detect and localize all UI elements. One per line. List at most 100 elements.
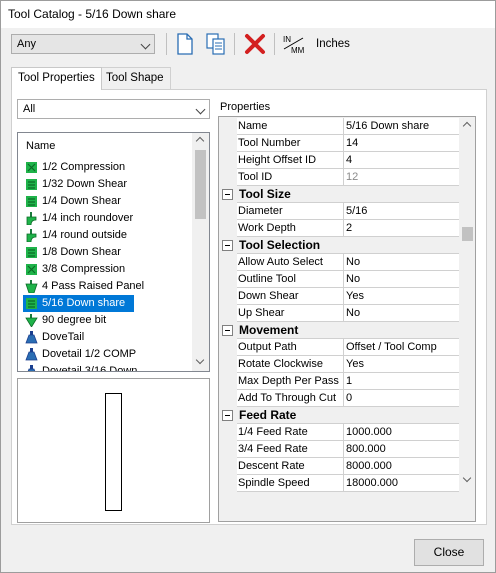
units-mm-text: MM: [291, 46, 305, 55]
property-row[interactable]: Spindle Speed 18000.000: [219, 475, 461, 492]
tool-list-item[interactable]: 90 degree bit: [23, 312, 191, 329]
v-bit-icon: [25, 314, 38, 328]
tool-list-item[interactable]: DoveTail: [23, 329, 191, 346]
tab-tool-shape[interactable]: Tool Shape: [99, 67, 171, 89]
property-row[interactable]: Up Shear No: [219, 305, 461, 322]
category-filter-dropdown[interactable]: All: [17, 99, 210, 119]
scroll-down-arrow-icon[interactable]: [462, 473, 472, 483]
property-value[interactable]: 1: [344, 373, 461, 390]
property-value[interactable]: 5/16: [344, 203, 461, 220]
property-grid[interactable]: Name 5/16 Down share Tool Number 14 Height O…: [218, 116, 476, 522]
property-row[interactable]: Descent Rate 8000.000: [219, 458, 461, 475]
collapse-minus-icon[interactable]: [222, 189, 233, 200]
scroll-down-arrow-icon[interactable]: [195, 355, 205, 365]
collapse-minus-icon[interactable]: [222, 410, 233, 421]
property-name: Work Depth: [237, 220, 344, 237]
property-category[interactable]: Movement: [219, 322, 461, 339]
property-row[interactable]: Diameter 5/16: [219, 203, 461, 220]
property-row[interactable]: Rotate Clockwise Yes: [219, 356, 461, 373]
tool-list-scrollbar[interactable]: [192, 133, 209, 371]
property-value[interactable]: 14: [344, 135, 461, 152]
tool-type-filter-dropdown[interactable]: Any: [11, 34, 155, 54]
new-document-icon: [177, 33, 193, 55]
chevron-down-icon: [195, 104, 206, 115]
property-row[interactable]: Add To Through Cut 0: [219, 390, 461, 407]
property-category-label: Movement: [237, 322, 461, 339]
property-name: Outline Tool: [237, 271, 344, 288]
green-compression-bit-icon: [25, 161, 38, 174]
property-grid-scrollbar[interactable]: [459, 117, 475, 521]
tool-list-item[interactable]: 1/4 Down Shear: [23, 193, 191, 210]
tool-list-item[interactable]: 1/2 Compression: [23, 159, 191, 176]
copy-icon: [206, 33, 225, 55]
scroll-up-arrow-icon[interactable]: [195, 136, 205, 146]
delete-x-icon: [245, 34, 265, 54]
green-shear-bit-icon: [25, 195, 38, 208]
property-name: Height Offset ID: [237, 152, 344, 169]
property-row[interactable]: Height Offset ID 4: [219, 152, 461, 169]
copy-tool-button[interactable]: [204, 32, 228, 56]
tool-list-item[interactable]: Dovetail 1/2 COMP: [23, 346, 191, 363]
property-value[interactable]: No: [344, 271, 461, 288]
property-row[interactable]: Output Path Offset / Tool Comp: [219, 339, 461, 356]
tool-list-item-label: 1/2 Compression: [42, 161, 126, 173]
tool-list-item[interactable]: 1/4 round outside: [23, 227, 191, 244]
tool-list-item[interactable]: 1/8 Down Shear: [23, 244, 191, 261]
property-category[interactable]: Feed Rate: [219, 407, 461, 424]
property-value[interactable]: No: [344, 254, 461, 271]
property-row[interactable]: Tool Number 14: [219, 135, 461, 152]
toolbar-separator: [166, 33, 167, 55]
delete-tool-button[interactable]: [243, 32, 267, 56]
scroll-thumb[interactable]: [462, 227, 473, 241]
property-value[interactable]: Yes: [344, 356, 461, 373]
green-compression-bit-icon: [25, 263, 38, 276]
close-button[interactable]: Close: [414, 539, 484, 566]
property-category[interactable]: Tool Selection: [219, 237, 461, 254]
property-category[interactable]: Tool Size: [219, 186, 461, 203]
property-name: Rotate Clockwise: [237, 356, 344, 373]
units-toggle-button[interactable]: IN MM: [281, 32, 307, 56]
property-value[interactable]: Offset / Tool Comp: [344, 339, 461, 356]
new-tool-button[interactable]: [173, 32, 197, 56]
tool-catalog-window: Tool Catalog - 5/16 Down share Any IN MM: [0, 0, 496, 573]
property-name: Up Shear: [237, 305, 344, 322]
property-value[interactable]: 2: [344, 220, 461, 237]
tool-list-item-label: 1/4 round outside: [42, 229, 128, 241]
tool-shape-preview: [17, 378, 210, 523]
property-value[interactable]: 5/16 Down share: [344, 118, 461, 135]
property-row[interactable]: 1/4 Feed Rate 1000.000: [219, 424, 461, 441]
property-value[interactable]: 18000.000: [344, 475, 461, 492]
property-value[interactable]: No: [344, 305, 461, 322]
property-value[interactable]: 800.000: [344, 441, 461, 458]
property-row[interactable]: 3/4 Feed Rate 800.000: [219, 441, 461, 458]
tool-list-item-label: 3/8 Compression: [42, 263, 126, 275]
property-value[interactable]: 8000.000: [344, 458, 461, 475]
tool-list-header: Name: [26, 140, 56, 152]
roundover-bit-icon: [25, 229, 38, 243]
tab-tool-properties[interactable]: Tool Properties: [11, 67, 102, 90]
tool-list-item[interactable]: 1/32 Down Shear: [23, 176, 191, 193]
property-value[interactable]: 1000.000: [344, 424, 461, 441]
scroll-up-arrow-icon[interactable]: [462, 121, 472, 131]
property-row[interactable]: Outline Tool No: [219, 271, 461, 288]
tool-list-item[interactable]: 1/4 inch roundover: [23, 210, 191, 227]
tool-list-item[interactable]: 5/16 Down share: [23, 295, 134, 312]
property-row[interactable]: Tool ID 12: [219, 169, 461, 186]
scroll-thumb[interactable]: [195, 150, 206, 219]
property-value[interactable]: 0: [344, 390, 461, 407]
tool-list-item[interactable]: 4 Pass Raised Panel: [23, 278, 191, 295]
property-row[interactable]: Allow Auto Select No: [219, 254, 461, 271]
property-value[interactable]: 4: [344, 152, 461, 169]
tool-list-item-label: 1/4 inch roundover: [42, 212, 134, 224]
tool-list-item[interactable]: Dovetail 3/16 Down: [23, 363, 191, 371]
property-row[interactable]: Max Depth Per Pass 1: [219, 373, 461, 390]
property-row[interactable]: Down Shear Yes: [219, 288, 461, 305]
tool-list-item[interactable]: 3/8 Compression: [23, 261, 191, 278]
property-row[interactable]: Work Depth 2: [219, 220, 461, 237]
property-value[interactable]: Yes: [344, 288, 461, 305]
property-name: Output Path: [237, 339, 344, 356]
property-row[interactable]: Name 5/16 Down share: [219, 118, 461, 135]
tool-list[interactable]: Name 1/2 Compression 1/32 Down Shear 1/4 D…: [17, 132, 210, 372]
collapse-minus-icon[interactable]: [222, 240, 233, 251]
collapse-minus-icon[interactable]: [222, 325, 233, 336]
